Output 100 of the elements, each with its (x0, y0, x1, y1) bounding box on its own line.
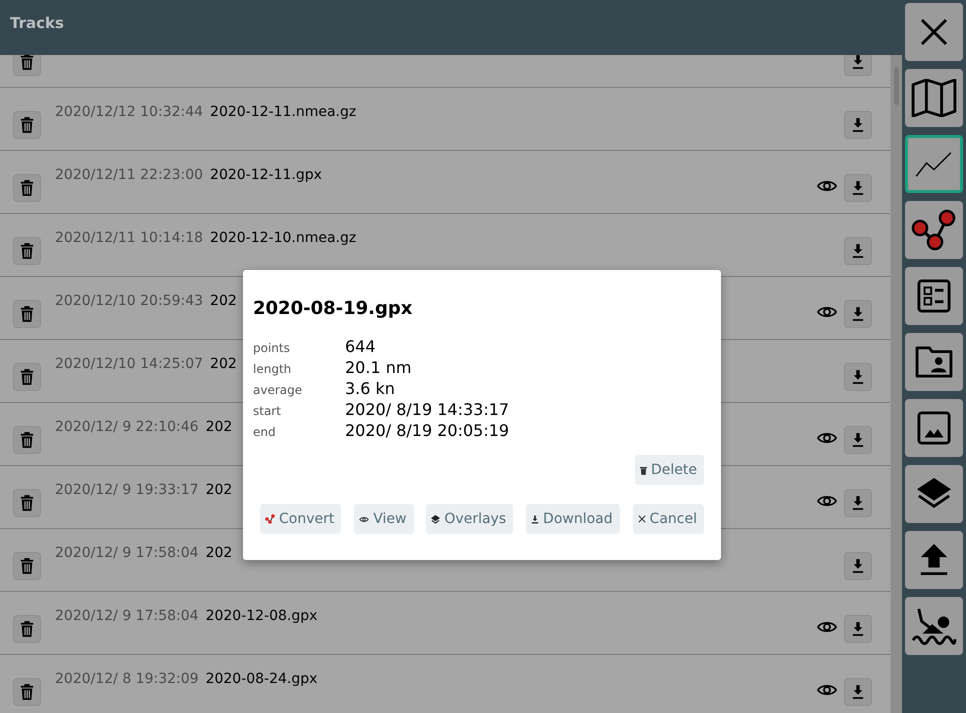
close-icon (919, 17, 949, 47)
info-value: 2020/ 8/19 14:33:17 (345, 400, 510, 419)
overlays-button[interactable]: Overlays (426, 504, 514, 534)
download-icon (852, 370, 864, 384)
download-button[interactable] (844, 678, 872, 706)
download-icon (852, 244, 864, 258)
track-name: 2020-12-11.nmea.gz (210, 104, 356, 120)
swimmer-icon (911, 607, 957, 645)
download-icon (852, 118, 864, 132)
delete-button[interactable] (13, 174, 41, 202)
swimmer-button[interactable] (905, 597, 963, 655)
folder-button[interactable] (905, 333, 963, 391)
track-name: 202 (210, 356, 237, 372)
eye-icon[interactable] (817, 683, 837, 697)
trash-icon (640, 466, 647, 474)
download-button[interactable]: Download (526, 504, 620, 534)
download-button[interactable] (844, 488, 872, 516)
eye-icon[interactable] (817, 179, 837, 193)
download-button[interactable] (844, 236, 872, 264)
trash-icon (20, 55, 34, 70)
track-name: 202 (206, 419, 232, 435)
connected-nodes-icon (911, 208, 957, 252)
track-name: 2020-12-11.gpx (210, 167, 322, 183)
close-icon (638, 515, 646, 523)
eye-icon (359, 516, 370, 522)
view-button[interactable]: View (354, 504, 414, 534)
line-chart-icon (915, 150, 953, 178)
page-title: Tracks (10, 14, 64, 32)
list-button[interactable] (905, 267, 963, 325)
track-name: 202 (206, 545, 232, 561)
track-name: 2020-12-08.gpx (206, 608, 318, 624)
eye-icon[interactable] (817, 431, 837, 445)
delete-button[interactable] (13, 552, 41, 580)
info-label: length (253, 362, 292, 376)
track-date: 2020/12/10 20:59:43 (55, 293, 204, 309)
map-button[interactable] (905, 69, 963, 127)
delete-button[interactable] (13, 110, 41, 138)
track-date: 2020/12/12 10:32:44 (55, 104, 204, 120)
track-name: 202 (210, 293, 237, 309)
trash-icon (20, 368, 34, 384)
eye-icon[interactable] (817, 305, 837, 319)
checklist-icon (917, 279, 951, 313)
info-value: 2020/ 8/19 20:05:19 (345, 421, 510, 440)
chart-button[interactable] (905, 135, 963, 193)
trash-icon (20, 620, 34, 636)
download-icon (852, 558, 864, 572)
track-date: 2020/12/ 9 22:10:46 (55, 419, 199, 435)
cancel-button[interactable]: Cancel (632, 504, 704, 534)
upload-button[interactable] (905, 531, 963, 589)
download-button[interactable] (844, 426, 872, 454)
track-date: 2020/12/ 9 17:58:04 (55, 608, 199, 624)
track-date: 2020/12/11 10:14:18 (55, 230, 204, 246)
trash-icon (20, 116, 34, 132)
scrollbar[interactable] (890, 55, 902, 713)
info-value: 644 (345, 337, 377, 356)
delete-button[interactable]: Delete (635, 455, 704, 485)
layers-icon (431, 514, 440, 524)
download-button[interactable] (844, 300, 872, 328)
track-date: 2020/12/ 9 19:33:17 (55, 482, 199, 498)
layers-icon (915, 477, 953, 511)
track-name: 2020-12-10.nmea.gz (210, 230, 356, 246)
eye-icon[interactable] (817, 620, 837, 634)
delete-button[interactable] (13, 362, 41, 390)
download-icon (852, 306, 864, 320)
delete-button[interactable] (13, 55, 41, 76)
close-button[interactable] (905, 3, 963, 61)
connected-nodes-icon (265, 514, 275, 524)
download-button[interactable] (844, 552, 872, 580)
image-icon (917, 411, 951, 445)
info-value: 20.1 nm (345, 358, 412, 377)
download-icon (852, 432, 864, 446)
folder-person-icon (915, 346, 953, 378)
download-icon (852, 55, 864, 68)
download-icon (852, 622, 864, 636)
track-name: 202 (206, 482, 232, 498)
layers-button[interactable] (905, 465, 963, 523)
download-button[interactable] (844, 614, 872, 642)
download-icon (852, 180, 864, 194)
track-date: 2020/12/10 14:25:07 (55, 356, 204, 372)
trash-icon (20, 306, 34, 322)
delete-button[interactable] (13, 488, 41, 516)
download-button[interactable] (844, 174, 872, 202)
delete-button[interactable] (13, 300, 41, 328)
download-button[interactable] (844, 110, 872, 138)
delete-button[interactable] (13, 678, 41, 706)
image-button[interactable] (905, 399, 963, 457)
delete-button[interactable] (13, 236, 41, 264)
nodes-button[interactable] (905, 201, 963, 259)
convert-button[interactable]: Convert (260, 504, 342, 534)
eye-icon[interactable] (817, 494, 837, 508)
track-name: 2020-08-24.gpx (206, 671, 318, 687)
delete-button[interactable] (13, 426, 41, 454)
track-date: 2020/12/11 22:23:00 (55, 167, 204, 183)
download-button[interactable] (844, 362, 872, 390)
track-date: 2020/12/ 8 19:32:09 (55, 671, 199, 687)
download-button[interactable] (844, 55, 872, 76)
track-date: 2020/12/ 9 17:58:04 (55, 545, 199, 561)
delete-button[interactable] (13, 614, 41, 642)
info-label: start (253, 404, 282, 418)
info-label: end (253, 425, 277, 439)
